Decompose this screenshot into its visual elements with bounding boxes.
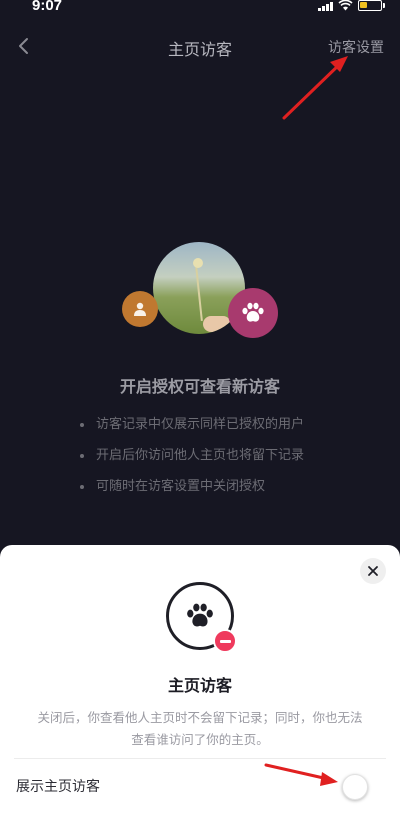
- feature-list-item: 访客记录中仅展示同样已授权的用户: [80, 416, 304, 447]
- status-bar: 9:07: [0, 0, 400, 16]
- divider: [14, 758, 386, 759]
- visitor-bottom-sheet: 主页访客 关闭后，你查看他人主页时不会留下记录；同时，你也无法 查看谁访问了你的…: [0, 545, 400, 820]
- show-visitors-label: 展示主页访客: [16, 779, 100, 795]
- status-icons: [318, 0, 385, 11]
- show-visitors-toggle[interactable]: [342, 774, 368, 800]
- minus-icon: [213, 629, 237, 653]
- feature-list-item: 可随时在访客设置中关闭授权: [80, 478, 304, 509]
- header: 主页访客 访客设置: [0, 28, 400, 64]
- sheet-description: 关闭后，你查看他人主页时不会留下记录；同时，你也无法 查看谁访问了你的主页。: [18, 707, 382, 751]
- paw-icon: [166, 582, 237, 653]
- paw-icon: [228, 288, 278, 338]
- sheet-description-line: 关闭后，你查看他人主页时不会留下记录；同时，你也无法: [37, 710, 363, 725]
- feature-list: 访客记录中仅展示同样已授权的用户 开启后你访问他人主页也将留下记录 可随时在访客…: [80, 416, 304, 509]
- hero-illustration: [0, 240, 400, 340]
- close-button[interactable]: [360, 558, 386, 584]
- wifi-icon: [338, 0, 353, 11]
- signal-icon: [318, 1, 333, 11]
- battery-icon: [358, 0, 385, 11]
- status-time: 9:07: [32, 0, 63, 14]
- sheet-title: 主页访客: [167, 676, 232, 695]
- close-icon: [368, 566, 378, 576]
- sheet-description-line: 查看谁访问了你的主页。: [131, 732, 269, 747]
- feature-list-item: 开启后你访问他人主页也将留下记录: [80, 447, 304, 478]
- user-icon: [122, 291, 158, 327]
- visitor-settings-link[interactable]: 访客设置: [328, 37, 384, 57]
- hero-heading: 开启授权可查看新访客: [119, 377, 280, 396]
